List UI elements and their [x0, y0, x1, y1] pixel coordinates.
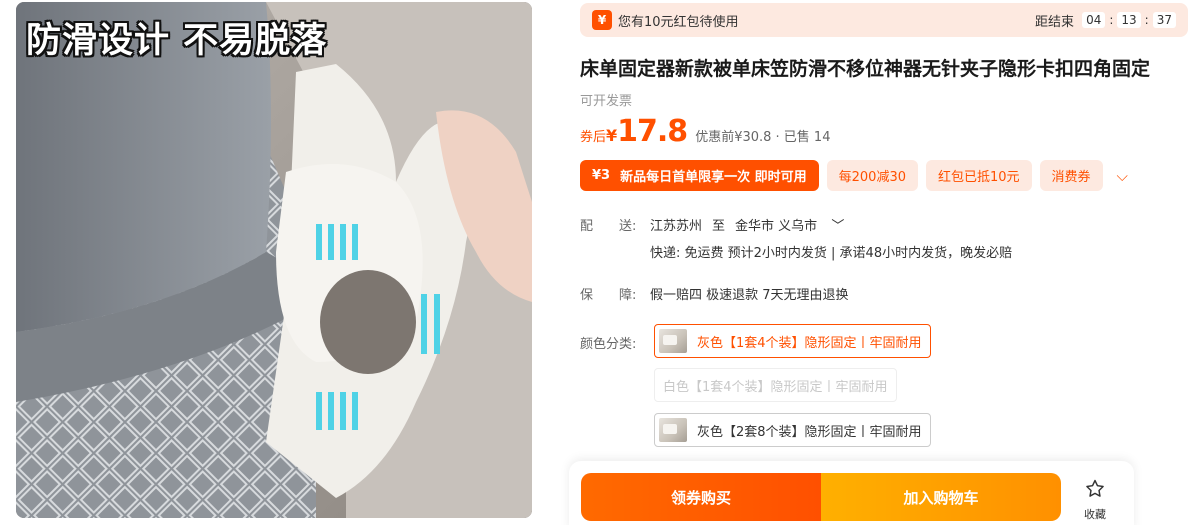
delivery-label: 配 送:	[580, 219, 637, 234]
favorite-label: 收藏	[1084, 508, 1106, 521]
sku-thumbnail	[659, 418, 687, 442]
delivery-route: 江苏苏州 至 金华市 义乌市 ﹀	[650, 215, 864, 234]
sku-option[interactable]: 白色【1套4个装】隐形固定丨牢固耐用	[654, 368, 897, 402]
countdown-separator: :	[1109, 13, 1114, 27]
delivery-destination-selector[interactable]: 金华市 义乌市 ﹀	[735, 215, 854, 234]
delivery-detail: 快递: 免运费 预计2小时内发货 | 承诺48小时内发货，晚发必赔	[650, 246, 1013, 261]
price-before-and-sales: 优惠前¥30.8 · 已售 14	[695, 130, 831, 145]
countdown-minutes: 13	[1117, 12, 1141, 28]
sku-option[interactable]: 灰色【2套8个装】隐形固定丨牢固耐用	[654, 413, 931, 447]
countdown-separator: :	[1144, 13, 1149, 27]
product-title: 床单固定器新款被单床笠防滑不移位神器无针夹子隐形卡扣四角固定	[580, 58, 1151, 80]
add-to-cart-button[interactable]: 加入购物车	[821, 473, 1061, 521]
invoice-note: 可开发票	[580, 94, 633, 109]
promo-tag[interactable]: 消费券	[1039, 160, 1103, 191]
sku-thumbnail	[659, 329, 687, 353]
sku-option[interactable]: 灰色【1套4个装】隐形固定丨牢固耐用	[654, 324, 931, 358]
new-user-coupon-button[interactable]: ¥3 新品每日首单限享一次 即时可用	[580, 160, 819, 191]
promo-tag[interactable]: 红包已抵10元	[925, 160, 1032, 191]
favorite-button[interactable]: 收藏	[1077, 478, 1113, 522]
countdown-label: 距结束	[1035, 14, 1075, 30]
star-icon	[1086, 479, 1104, 497]
sku-option-label: 白色【1套4个装】隐形固定丨牢固耐用	[663, 379, 888, 395]
product-image[interactable]: 防滑设计 不易脱落	[16, 2, 532, 518]
sku-option-label: 灰色【1套4个装】隐形固定丨牢固耐用	[697, 335, 922, 351]
guarantee-label: 保 障:	[580, 288, 637, 303]
price-label: 券后	[580, 130, 607, 145]
image-caption: 防滑设计 不易脱落	[26, 21, 328, 61]
promo-tag[interactable]: 每200减30	[826, 160, 918, 191]
delivery-destination: 金华市 义乌市	[735, 219, 818, 234]
price-row: 券后 ¥ 17.8 优惠前¥30.8 · 已售 14	[580, 114, 830, 149]
chevron-down-icon: ﹀	[831, 219, 845, 234]
coupon-banner[interactable]: ¥ 您有10元红包待使用 距结束 04 : 13 : 37	[580, 3, 1188, 37]
coupon-description: 新品每日首单限享一次 即时可用	[620, 170, 807, 185]
buy-with-coupon-button[interactable]: 领券购买	[581, 473, 821, 521]
coupon-text: 您有10元红包待使用	[618, 14, 739, 30]
product-photo-illustration	[16, 2, 532, 518]
price-value: 17.8	[617, 114, 688, 149]
color-label: 颜色分类:	[580, 337, 637, 352]
promo-row: ¥3 新品每日首单限享一次 即时可用 每200减30 红包已抵10元 消费券 ⌵	[580, 160, 1128, 191]
delivery-from: 江苏苏州	[650, 219, 703, 234]
product-detail-page: 防滑设计 不易脱落 ¥ 您有10元红包待使用 距结束 04 : 13 : 37 …	[0, 0, 1201, 525]
red-packet-icon: ¥	[592, 10, 612, 30]
delivery-to-word: 至	[712, 219, 726, 234]
price-symbol: ¥	[606, 126, 618, 145]
guarantee-value: 假一赔四 极速退款 7天无理由退换	[650, 288, 849, 303]
countdown-hours: 04	[1082, 12, 1106, 28]
chevron-down-icon[interactable]: ⌵	[1117, 167, 1128, 185]
countdown-seconds: 37	[1152, 12, 1176, 28]
countdown: 距结束 04 : 13 : 37	[1035, 11, 1176, 30]
sku-option-label: 灰色【2套8个装】隐形固定丨牢固耐用	[697, 424, 922, 440]
coupon-amount: ¥3	[592, 168, 611, 183]
